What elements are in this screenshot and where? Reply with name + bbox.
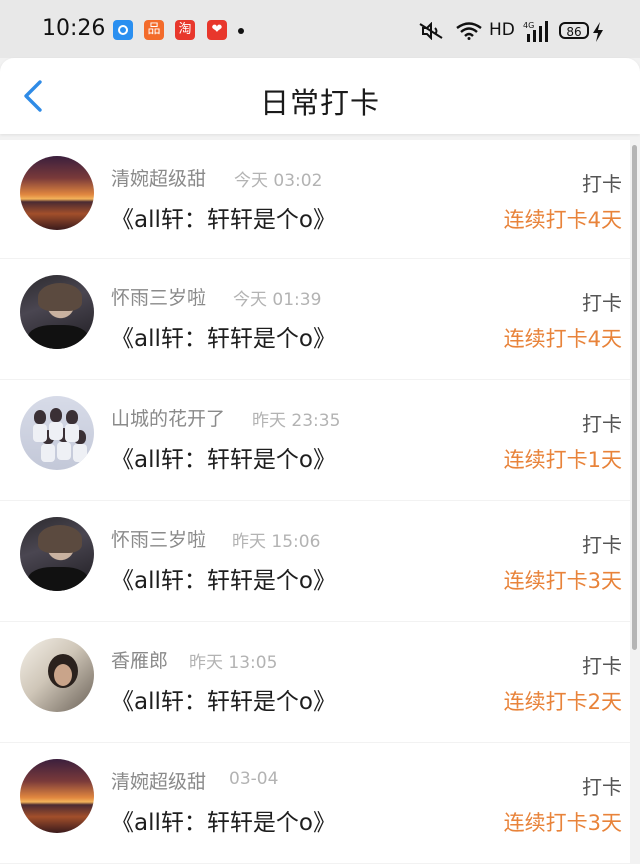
timestamp: 今天 03:02	[234, 171, 323, 191]
user-name[interactable]: 怀雨三岁啦	[111, 283, 206, 310]
battery-indicator: 86	[559, 22, 589, 39]
list-item[interactable]: 山城的花开了 昨天 23:35 《all轩：轩轩是个o》 打卡 连续打卡1天	[0, 380, 630, 500]
list-item[interactable]: 怀雨三岁啦 今天 01:39 《all轩：轩轩是个o》 打卡 连续打卡4天	[0, 259, 630, 379]
wifi-icon	[456, 22, 482, 40]
avatar[interactable]	[20, 638, 94, 712]
streak-label: 连续打卡4天	[503, 208, 622, 232]
list-item[interactable]: 怀雨三岁啦 昨天 15:06 《all轩：轩轩是个o》 打卡 连续打卡3天	[0, 501, 630, 621]
avatar[interactable]	[20, 275, 94, 349]
checkin-label: 打卡	[582, 412, 622, 436]
mute-icon	[419, 22, 443, 40]
list-item[interactable]: 清婉超级甜 03-04 《all轩：轩轩是个o》 打卡 连续打卡3天	[0, 743, 630, 863]
avatar[interactable]	[20, 156, 94, 230]
charging-icon	[593, 22, 603, 42]
user-name[interactable]: 清婉超级甜	[111, 164, 206, 191]
status-bar: 10:26 品 淘 ❤ HD 4G 86	[0, 0, 640, 58]
list-item[interactable]: 清婉超级甜 今天 03:02 《all轩：轩轩是个o》 打卡 连续打卡4天	[0, 140, 630, 258]
user-name[interactable]: 山城的花开了	[111, 404, 225, 431]
avatar[interactable]	[20, 759, 94, 833]
network-label: HD	[489, 20, 515, 40]
red-app-icon: ❤	[207, 20, 227, 40]
user-name[interactable]: 怀雨三岁啦	[111, 525, 206, 552]
timestamp: 03-04	[229, 769, 279, 789]
checkin-label: 打卡	[582, 172, 622, 196]
list-item[interactable]: 香雁郎 昨天 13:05 《all轩：轩轩是个o》 打卡 连续打卡2天	[0, 622, 630, 742]
streak-label: 连续打卡2天	[503, 690, 622, 714]
streak-label: 连续打卡3天	[503, 811, 622, 835]
avatar[interactable]	[20, 517, 94, 591]
message-text: 《all轩：轩轩是个o》	[111, 447, 336, 473]
notification-dot	[238, 28, 244, 34]
checkin-label: 打卡	[582, 775, 622, 799]
signal-label: 4G	[523, 21, 534, 30]
signal-icon: 4G	[523, 21, 548, 42]
message-text: 《all轩：轩轩是个o》	[111, 810, 336, 836]
message-text: 《all轩：轩轩是个o》	[111, 207, 336, 233]
clock: 10:26	[42, 16, 106, 41]
streak-label: 连续打卡3天	[503, 569, 622, 593]
circle-app-icon	[113, 20, 133, 40]
orange-app-icon: 品	[144, 20, 164, 40]
user-name[interactable]: 香雁郎	[111, 646, 168, 673]
message-text: 《all轩：轩轩是个o》	[111, 326, 336, 352]
message-text: 《all轩：轩轩是个o》	[111, 689, 336, 715]
timestamp: 今天 01:39	[233, 290, 322, 310]
scrollbar[interactable]	[632, 145, 637, 650]
user-name[interactable]: 清婉超级甜	[111, 767, 206, 794]
page-title: 日常打卡	[259, 86, 380, 120]
timestamp: 昨天 15:06	[232, 532, 321, 552]
checkin-label: 打卡	[582, 291, 622, 315]
timestamp: 昨天 13:05	[189, 653, 278, 673]
checkin-list: 清婉超级甜 今天 03:02 《all轩：轩轩是个o》 打卡 连续打卡4天 怀雨…	[0, 140, 630, 864]
checkin-label: 打卡	[582, 533, 622, 557]
avatar[interactable]	[20, 396, 94, 470]
timestamp: 昨天 23:35	[252, 411, 341, 431]
app-header: 日常打卡	[0, 58, 640, 134]
taobao-icon: 淘	[175, 20, 195, 40]
checkin-label: 打卡	[582, 654, 622, 678]
streak-label: 连续打卡1天	[503, 448, 622, 472]
streak-label: 连续打卡4天	[503, 327, 622, 351]
message-text: 《all轩：轩轩是个o》	[111, 568, 336, 594]
